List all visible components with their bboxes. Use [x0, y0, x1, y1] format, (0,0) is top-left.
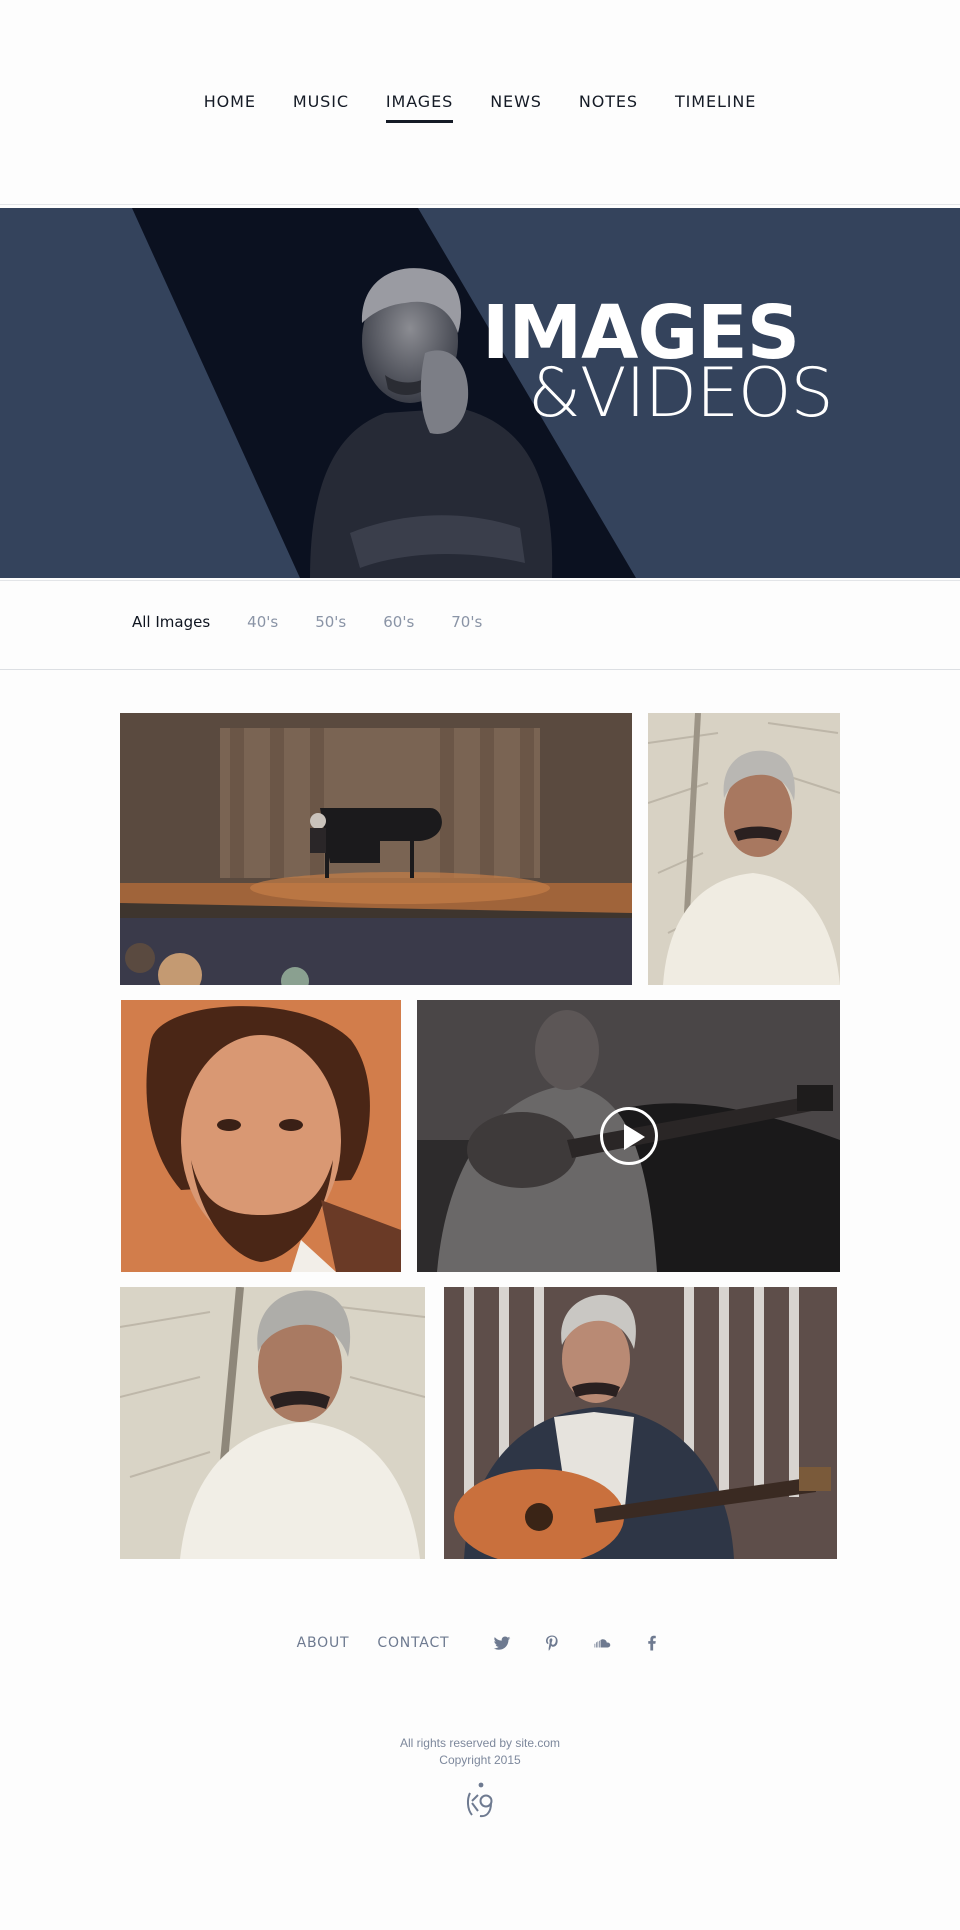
soundcloud-icon[interactable] — [593, 1634, 611, 1652]
filter-bar: All Images 40's 50's 60's 70's — [0, 580, 960, 670]
filter-40s[interactable]: 40's — [247, 613, 278, 631]
gallery-item-guitarist-outdoors[interactable] — [444, 1287, 837, 1559]
nav-item-images[interactable]: IMAGES — [385, 92, 454, 123]
nav-item-music[interactable]: MUSIC — [293, 92, 349, 123]
facebook-icon[interactable] — [643, 1634, 661, 1652]
closeup-portrait-image — [121, 1000, 401, 1272]
nav-item-news[interactable]: NEWS — [490, 92, 542, 123]
nav-item-home[interactable]: HOME — [204, 92, 256, 123]
site-logo — [466, 1782, 493, 1818]
guitarist-outdoors-image — [444, 1287, 837, 1559]
footer-link-contact[interactable]: CONTACT — [377, 1635, 449, 1651]
gallery-item-video-guitar[interactable] — [417, 1000, 840, 1272]
filter-50s[interactable]: 50's — [315, 613, 346, 631]
filter-60s[interactable]: 60's — [383, 613, 414, 631]
footer-copyright-text: Copyright 2015 — [439, 1753, 521, 1767]
play-video-button[interactable] — [599, 1107, 658, 1165]
gallery-item-portrait-white-shirt[interactable] — [648, 713, 840, 985]
filter-all-images[interactable]: All Images — [132, 613, 210, 631]
footer-rights-text: All rights reserved by site.com — [399, 1736, 561, 1750]
twitter-icon[interactable] — [493, 1634, 511, 1652]
nav-item-notes[interactable]: NOTES — [579, 92, 638, 123]
top-navigation: HOME MUSIC IMAGES NEWS NOTES TIMELINE — [0, 0, 960, 205]
footer-link-about[interactable]: ABOUT — [297, 1635, 350, 1651]
hero-subtitle: &VIDEOS — [528, 354, 834, 433]
gallery-item-portrait-seated[interactable] — [120, 1287, 425, 1559]
nav-item-timeline[interactable]: TIMELINE — [675, 92, 756, 123]
hero-banner: IMAGES &VIDEOS — [0, 208, 960, 578]
footer-links: ABOUT CONTACT — [0, 1634, 960, 1652]
portrait-seated-image — [120, 1287, 425, 1559]
pinterest-icon[interactable] — [543, 1634, 561, 1652]
nav-list: HOME MUSIC IMAGES NEWS NOTES TIMELINE — [0, 92, 960, 123]
gallery-item-closeup-portrait[interactable] — [121, 1000, 401, 1272]
stage-photo-image — [120, 713, 632, 985]
portrait-white-shirt-image — [648, 713, 840, 985]
gallery-item-stage-photo[interactable] — [120, 713, 632, 985]
filter-70s[interactable]: 70's — [451, 613, 482, 631]
filter-list: All Images 40's 50's 60's 70's — [132, 613, 482, 631]
